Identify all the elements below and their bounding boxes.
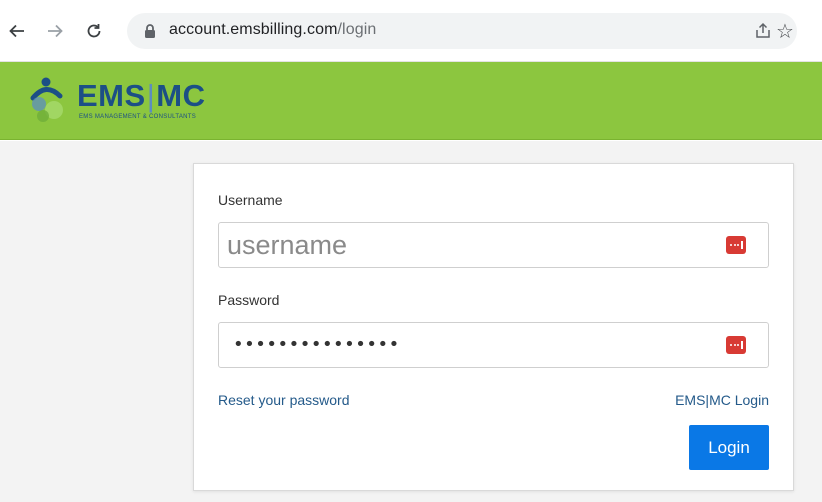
password-value: •••••••••••••••: [233, 334, 400, 355]
back-arrow-icon[interactable]: [4, 18, 30, 44]
logo-mc: MC: [156, 78, 206, 113]
password-label: Password: [218, 292, 280, 308]
site-header: EMS|MC EMS MANAGEMENT & CONSULTANTS: [0, 62, 822, 140]
logo-tagline: EMS MANAGEMENT & CONSULTANTS: [79, 114, 197, 120]
login-button[interactable]: Login: [689, 425, 769, 470]
logo-separator: |: [146, 78, 156, 113]
password-manager-icon[interactable]: [726, 336, 746, 354]
login-card: Username username Password •••••••••••••…: [193, 163, 794, 491]
address-bar[interactable]: account.emsbilling.com/login ☆: [127, 13, 797, 49]
logo-figure-icon: [30, 77, 63, 122]
share-icon[interactable]: [754, 22, 772, 40]
username-placeholder: username: [227, 230, 348, 260]
browser-toolbar: account.emsbilling.com/login ☆: [0, 0, 822, 62]
forward-arrow-icon[interactable]: [42, 18, 68, 44]
reload-icon[interactable]: [81, 18, 107, 44]
logo-wordmark: EMS|MC: [77, 78, 205, 114]
username-input[interactable]: username: [218, 222, 769, 268]
username-label: Username: [218, 192, 283, 208]
password-input[interactable]: •••••••••••••••: [218, 322, 769, 368]
emsmc-login-link[interactable]: EMS|MC Login: [675, 392, 769, 408]
url-text[interactable]: account.emsbilling.com/login: [169, 21, 376, 39]
star-icon[interactable]: ☆: [772, 18, 798, 44]
url-host: account.emsbilling.com: [169, 21, 338, 38]
emsmc-logo[interactable]: EMS|MC EMS MANAGEMENT & CONSULTANTS: [30, 76, 220, 128]
reset-password-link[interactable]: Reset your password: [218, 392, 350, 408]
password-manager-icon[interactable]: [726, 236, 746, 254]
url-path: /login: [337, 21, 377, 38]
page-body: Username username Password •••••••••••••…: [0, 141, 822, 502]
logo-ems: EMS: [77, 78, 146, 113]
lock-icon[interactable]: [143, 23, 157, 39]
